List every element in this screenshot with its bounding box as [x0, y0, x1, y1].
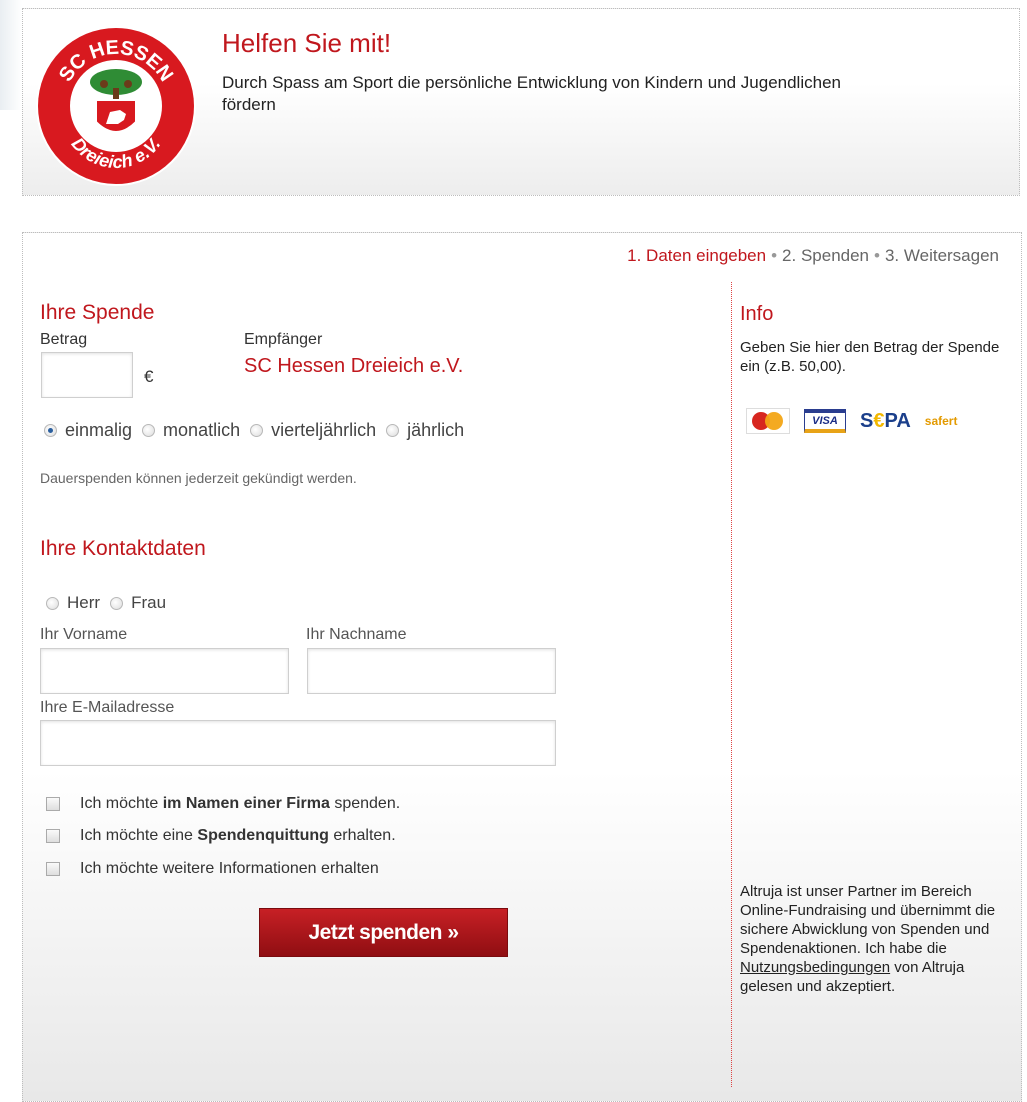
step-separator: • — [874, 246, 880, 265]
info-title: Info — [740, 303, 774, 325]
progress-steps: 1. Daten eingeben • 2. Spenden • 3. Weitersa… — [627, 246, 999, 266]
frequency-option-monthly[interactable]: monatlich — [142, 420, 240, 441]
receipt-checkbox[interactable] — [46, 829, 60, 843]
frequency-label: einmalig — [65, 420, 133, 440]
salutation-label: Frau — [131, 593, 167, 612]
label-bold-text: im Namen einer Firma — [162, 795, 330, 812]
mastercard-icon — [746, 408, 790, 434]
frequency-label: monatlich — [163, 420, 241, 440]
more-info-checkbox[interactable] — [46, 862, 60, 876]
email-label: Ihre E-Mailadresse — [40, 699, 175, 716]
radio-button[interactable] — [46, 596, 59, 610]
frequency-option-once[interactable]: einmalig — [44, 420, 132, 441]
firstname-input[interactable] — [40, 648, 289, 694]
partner-notice: Altruja ist unser Partner im Bereich Onl… — [740, 882, 1015, 996]
radio-button-checked[interactable] — [44, 424, 57, 437]
label-bold-text: Spendenquittung — [197, 827, 329, 844]
company-donation-option[interactable]: Ich möchte im Namen einer Firma spenden. — [46, 795, 400, 813]
more-info-checkbox-label: Ich möchte weitere Informationen erhalte… — [80, 860, 379, 877]
sepa-icon: S€PA — [860, 410, 911, 433]
step-donate: 2. Spenden — [782, 246, 870, 265]
club-logo: SC HESSEN Dreieich e.V. — [36, 26, 196, 186]
salutation-option-frau[interactable]: Frau — [110, 593, 166, 613]
recipient-name: SC Hessen Dreieich e.V. — [244, 355, 464, 377]
label-text: spenden. — [329, 795, 401, 812]
contact-section-title: Ihre Kontaktdaten — [40, 537, 206, 560]
radio-button[interactable] — [386, 424, 400, 437]
lastname-label: Ihr Nachname — [306, 626, 407, 643]
amount-label: Betrag — [40, 331, 88, 348]
company-checkbox[interactable] — [46, 797, 60, 811]
currency-label: € — [144, 367, 154, 386]
frequency-label: vierteljährlich — [271, 420, 377, 440]
company-checkbox-label: Ich möchte im Namen einer Firma spenden. — [80, 795, 400, 813]
sepa-letter: S — [860, 409, 874, 432]
receipt-checkbox-label: Ich möchte eine Spendenquittung erhalten… — [80, 827, 396, 845]
page-subtitle: Durch Spass am Sport die persönliche Ent… — [222, 73, 841, 114]
payment-methods: VISA S€PA safert — [746, 408, 971, 434]
label-text: Ich möchte — [80, 795, 163, 812]
salutation-option-herr[interactable]: Herr — [46, 593, 100, 613]
terms-link[interactable]: Nutzungsbedingungen — [740, 959, 890, 976]
radio-button[interactable] — [142, 424, 156, 437]
radio-button[interactable] — [110, 596, 124, 610]
frequency-radio-group: einmalig monatlich vierteljährlich jährl… — [44, 420, 474, 441]
corner-shade — [0, 0, 22, 110]
salutation-label: Herr — [67, 593, 101, 612]
visa-icon: VISA — [804, 409, 846, 433]
sepa-euro: € — [873, 409, 885, 432]
radio-button[interactable] — [250, 424, 264, 437]
page-title: Helfen Sie mit! — [222, 28, 392, 58]
frequency-option-quarterly[interactable]: vierteljährlich — [250, 420, 376, 441]
receipt-option[interactable]: Ich möchte eine Spendenquittung erhalten… — [46, 827, 396, 845]
donation-section-title: Ihre Spende — [40, 301, 155, 324]
more-info-option[interactable]: Ich möchte weitere Informationen erhalte… — [46, 860, 379, 878]
step-data-entry: 1. Daten eingeben — [627, 246, 767, 265]
frequency-label: jährlich — [407, 420, 465, 440]
label-text: erhalten. — [328, 827, 396, 844]
amount-input[interactable] — [41, 352, 133, 398]
partner-text: Altruja ist unser Partner im Bereich Onl… — [740, 883, 996, 957]
firstname-label: Ihr Vorname — [40, 626, 128, 643]
donate-now-button[interactable]: Jetzt spenden » — [259, 908, 508, 957]
email-input[interactable] — [40, 720, 556, 766]
info-text: Geben Sie hier den Betrag der Spende ein… — [740, 339, 1000, 375]
step-share: 3. Weitersagen — [884, 246, 999, 265]
label-text: Ich möchte eine — [80, 827, 198, 844]
column-divider — [731, 282, 732, 1087]
recipient-label: Empfänger — [244, 331, 323, 348]
frequency-option-yearly[interactable]: jährlich — [386, 420, 464, 441]
lastname-input[interactable] — [307, 648, 556, 694]
recurring-note: Dauerspenden können jederzeit gekündigt … — [40, 470, 357, 486]
salutation-radio-group: Herr Frau — [46, 593, 176, 613]
step-separator: • — [771, 246, 778, 265]
sepa-letters: PA — [884, 409, 911, 432]
safer-pay-icon: safert — [924, 414, 958, 428]
